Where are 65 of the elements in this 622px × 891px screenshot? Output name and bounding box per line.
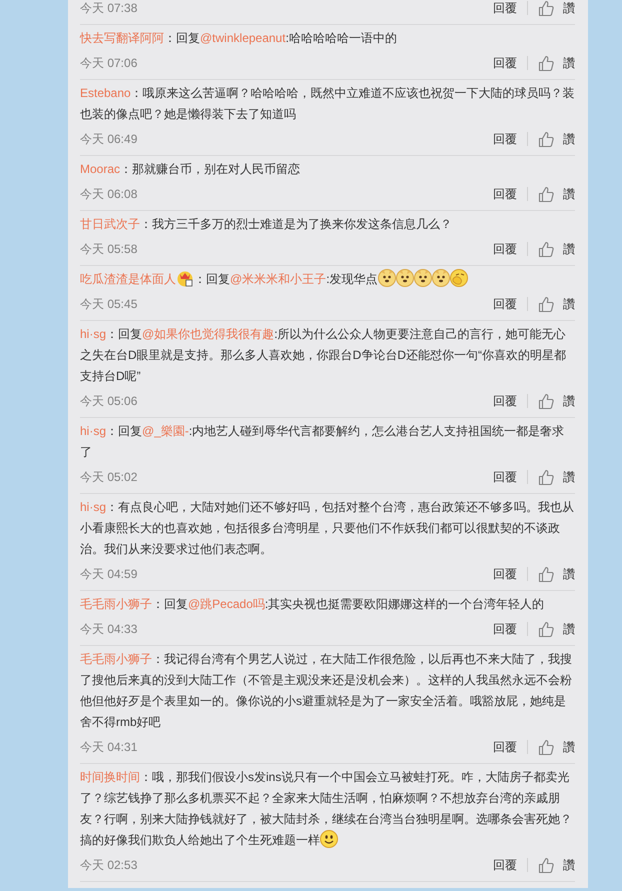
reply-button[interactable]: 回覆 <box>493 185 517 203</box>
dog-face-icon <box>378 269 396 287</box>
hiding-face-icon <box>450 269 468 287</box>
reply-button[interactable]: 回覆 <box>493 565 517 583</box>
thumbs-up-icon <box>538 392 555 410</box>
comment-time: 今天 05:58 <box>80 241 138 258</box>
like-button[interactable]: 讚 <box>538 0 575 17</box>
thumbs-up-icon <box>538 620 555 638</box>
like-button[interactable]: 讚 <box>538 130 575 148</box>
comment-text: 吃瓜渣渣是体面人 ：回复@米米米和小王子:发现华点 <box>80 269 575 290</box>
thumbs-up-icon <box>538 296 555 312</box>
comment-time: 今天 04:33 <box>80 621 138 638</box>
thumbs-up-icon <box>538 738 555 756</box>
like-button[interactable]: 讚 <box>538 565 575 583</box>
thumbs-up-icon <box>538 468 555 486</box>
like-button[interactable]: 讚 <box>538 240 575 258</box>
thumbs-up-icon <box>538 240 555 258</box>
like-button[interactable]: 讚 <box>538 738 575 756</box>
comment-time: 今天 06:08 <box>80 186 138 203</box>
thumbs-up-icon <box>538 0 555 16</box>
thumbs-up-icon <box>538 566 555 582</box>
reply-button[interactable]: 回覆 <box>493 738 517 756</box>
comment-time: 今天 07:38 <box>80 0 138 17</box>
reply-button[interactable]: 回覆 <box>493 0 517 17</box>
comment-time: 今天 05:02 <box>80 469 138 486</box>
comment-text: 快去写翻译阿阿：回复@twinklepeanut:哈哈哈哈哈一语中的 <box>80 30 398 47</box>
reply-button[interactable]: 回覆 <box>493 295 517 313</box>
reply-button[interactable]: 回覆 <box>493 130 517 148</box>
reply-button[interactable]: 回覆 <box>493 856 517 874</box>
comment-time: 今天 07:06 <box>80 55 138 72</box>
comment-time: 今天 04:31 <box>80 739 138 756</box>
comment-time: 今天 04:59 <box>80 566 138 583</box>
like-button[interactable]: 讚 <box>538 295 575 313</box>
like-button[interactable]: 讚 <box>538 54 575 72</box>
thumbs-up-icon <box>538 856 555 874</box>
thumbs-up-icon <box>538 130 555 148</box>
dog-face-icon <box>432 269 450 287</box>
reply-button[interactable]: 回覆 <box>493 240 517 258</box>
like-button[interactable]: 讚 <box>538 392 575 410</box>
comment-time: 今天 05:45 <box>80 296 138 313</box>
comment-text: hi·sg：有点良心吧，大陆对她们还不够好吗，包括对整个台湾，惠台政策还不够多吗。我也从小看康熙长大的也喜欢她，包括很多台湾明星，只要他们不作妖我们都可以很默契的不谈政治。我们从来没要求过他们表态啊。 <box>80 499 575 558</box>
comment-text: hi·sg：回复@如果你也觉得我很有趣:所以为什么公众人物更要注意自己的言行，她可能无心之失在台D眼里就是支持。那么多人喜欢她，你跟台D争论台D还能怼你一句“你喜欢的明星都支持台D呢” <box>80 326 567 385</box>
comment-text: 毛毛雨小狮子：回复@跳Pecado吗:其实央视也挺需要欧阳娜娜这样的一个台湾年轻人的 <box>80 596 546 613</box>
dog-face-icon <box>396 269 414 287</box>
comment-text: 毛毛雨小狮子：我记得台湾有个男艺人说过，在大陆工作很危险，以后再也不来大陆了，我搜了搜他后来真的没到大陆工作（不管是主观没来还是没机会来）。这样的人我虽然永远不会粉他但他好歹是个表里如一的。像你说的小s避重就轻是为了一家安全活着。哦豁放屁，她纯是舍不得rmb好吧 <box>80 651 573 731</box>
comment-time: 今天 05:06 <box>80 393 138 410</box>
dog-face-icon <box>414 269 432 287</box>
thumbs-up-icon <box>538 186 555 202</box>
like-button[interactable]: 讚 <box>538 185 575 203</box>
reply-button[interactable]: 回覆 <box>493 468 517 486</box>
smiley-icon <box>320 830 338 848</box>
reply-button[interactable]: 回覆 <box>493 54 517 72</box>
thumbs-up-icon <box>538 54 555 72</box>
like-button[interactable]: 讚 <box>538 856 575 874</box>
comment-time: 今天 06:49 <box>80 131 138 148</box>
like-button[interactable]: 讚 <box>538 468 575 486</box>
comment-text: Estebano：哦原来这么苦逼啊？哈哈哈哈，既然中立难道不应该也祝贺一下大陆的球员吗？装也装的像点吧？她是懒得装下去了知道吗 <box>80 85 575 123</box>
like-button[interactable]: 讚 <box>538 620 575 638</box>
comment-text: hi·sg：回复@_樂園-:内地艺人碰到辱华代言都要解约，怎么港台艺人支持祖国统一都是奢求了 <box>80 423 566 461</box>
comment-text: 甘日武次子：我方三千多万的烈士难道是为了换来你发这条信息几么？ <box>80 216 453 233</box>
reply-button[interactable]: 回覆 <box>493 620 517 638</box>
comment-text: Moorac：那就赚台币，别在对人民币留恋 <box>80 161 302 178</box>
reply-button[interactable]: 回覆 <box>493 392 517 410</box>
comment-text: 时间换时间：哦，那我们假设小s发ins说只有一个中国会立马被蛙打死。咋，大陆房子都卖光了？综艺钱挣了那么多机票买不起？全家来大陆生活啊，怕麻烦啊？不想放弃台湾的亲戚朋友？行啊，别来大陆挣钱就好了，被大陆封杀，继续在台湾当台独明星啊。选哪条会害死她？搞的好像我们欺负人给她出了个生死难题一样 <box>80 769 573 850</box>
comment-time: 今天 02:53 <box>80 857 138 874</box>
